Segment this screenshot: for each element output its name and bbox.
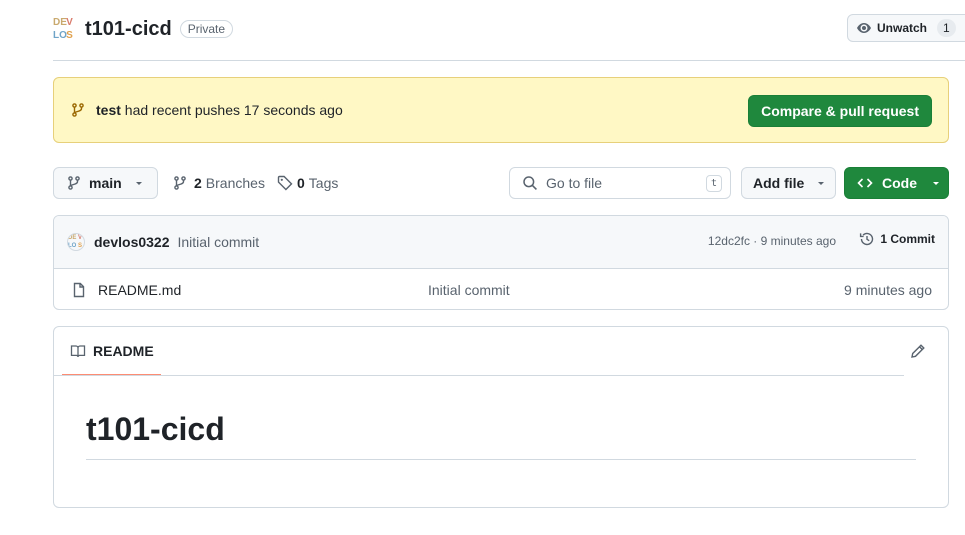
tags-link[interactable]: 0 Tags — [277, 167, 338, 199]
file-browser: DE V LO S devlos0322 Initial commit 12dc2fc… — [53, 215, 949, 310]
git-branch-icon — [66, 175, 82, 191]
commit-author[interactable]: devlos0322 — [94, 234, 170, 250]
push-message-text: had recent pushes 17 seconds ago — [124, 102, 343, 118]
code-label: Code — [882, 175, 917, 191]
pencil-icon[interactable] — [910, 343, 926, 359]
code-button[interactable]: Code — [844, 167, 949, 199]
commit-message[interactable]: Initial commit — [178, 234, 260, 250]
latest-commit-bar: DE V LO S devlos0322 Initial commit 12dc2fc… — [54, 216, 948, 269]
git-branch-icon — [70, 102, 86, 118]
commit-hash-time[interactable]: 12dc2fc · 9 minutes ago — [708, 234, 836, 248]
unwatch-button[interactable]: Unwatch 1 — [847, 14, 965, 42]
recent-push-banner: test had recent pushes 17 seconds ago Co… — [53, 77, 949, 143]
file-icon — [71, 282, 87, 298]
git-branch-icon — [172, 175, 188, 191]
file-commit-message[interactable]: Initial commit — [428, 282, 510, 298]
commit-count-label: 1 Commit — [880, 232, 935, 246]
branches-label: Branches — [205, 175, 265, 191]
heading-rule — [86, 459, 916, 460]
author-avatar[interactable]: DE V LO S — [67, 233, 85, 251]
watch-count: 1 — [937, 19, 956, 37]
caret-down-icon — [816, 178, 826, 188]
tag-icon — [277, 175, 293, 191]
tags-label: Tags — [308, 175, 339, 191]
branches-link[interactable]: 2 Branches — [172, 167, 265, 199]
search-icon — [522, 175, 538, 191]
code-icon — [857, 175, 873, 191]
readme-heading: t101-cicd — [86, 411, 225, 447]
readme-tab-label: README — [93, 342, 154, 359]
repo-name[interactable]: t101-cicd — [85, 18, 172, 41]
branches-count: 2 — [194, 175, 202, 191]
branch-selector[interactable]: main — [53, 167, 158, 199]
commits-link[interactable]: 1 Commit — [859, 231, 935, 247]
push-branch-name[interactable]: test — [96, 102, 121, 118]
header-divider — [53, 60, 965, 61]
file-name[interactable]: README.md — [98, 282, 181, 298]
book-icon — [70, 343, 86, 359]
repo-header: DE V LO S t101-cicd Private — [53, 14, 234, 44]
history-icon — [859, 231, 875, 247]
tags-count: 0 — [297, 175, 305, 191]
compare-pull-request-button[interactable]: Compare & pull request — [748, 95, 932, 127]
add-file-button[interactable]: Add file — [741, 167, 836, 199]
file-age: 9 minutes ago — [844, 282, 932, 298]
go-to-file-field[interactable]: t — [509, 167, 731, 199]
visibility-badge: Private — [179, 20, 234, 38]
readme-panel: README t101-cicd — [53, 326, 949, 508]
tab-readme[interactable]: README — [62, 327, 161, 376]
unwatch-label: Unwatch — [877, 21, 928, 35]
add-file-label: Add file — [753, 175, 805, 191]
caret-down-icon — [134, 178, 144, 188]
push-message: test had recent pushes 17 seconds ago — [96, 102, 343, 118]
readme-divider — [54, 375, 904, 376]
go-to-file-input[interactable] — [546, 175, 696, 191]
eye-icon — [856, 20, 872, 36]
branch-name: main — [89, 175, 122, 191]
keyboard-shortcut-hint: t — [705, 175, 722, 192]
caret-down-icon — [931, 178, 941, 188]
owner-avatar[interactable]: DE V LO S — [53, 16, 75, 42]
table-row[interactable]: README.md Initial commit 9 minutes ago — [54, 269, 948, 309]
